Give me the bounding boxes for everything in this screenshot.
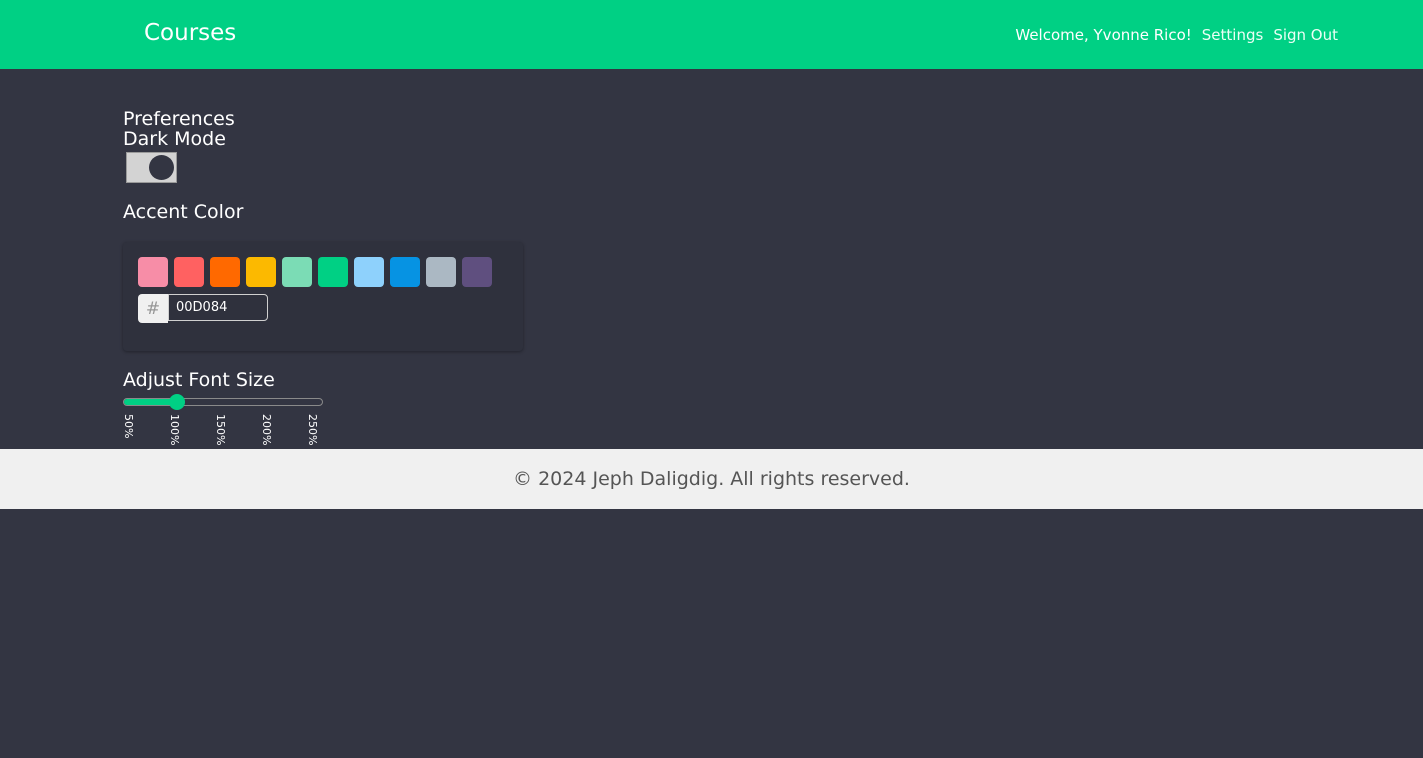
dark-mode-label: Dark Mode xyxy=(123,128,226,150)
hash-label: # xyxy=(138,294,168,323)
tick-200: 200% xyxy=(260,414,273,446)
accent-color-picker: # xyxy=(123,242,523,351)
top-navbar: Courses Welcome, Yvonne Rico! Settings S… xyxy=(0,0,1423,69)
tick-100: 100% xyxy=(168,414,181,446)
preferences-heading: Preferences xyxy=(123,108,235,130)
swatch-list xyxy=(138,257,492,287)
welcome-text: Welcome, Yvonne Rico! xyxy=(1015,26,1192,44)
sign-out-link[interactable]: Sign Out xyxy=(1273,26,1338,44)
color-swatch[interactable] xyxy=(246,257,276,287)
font-size-label: Adjust Font Size xyxy=(123,369,275,391)
color-swatch[interactable] xyxy=(354,257,384,287)
color-swatch[interactable] xyxy=(462,257,492,287)
hex-color-input[interactable] xyxy=(168,294,268,321)
color-swatch[interactable] xyxy=(282,257,312,287)
color-swatch[interactable] xyxy=(318,257,348,287)
footer: © 2024 Jeph Daligdig. All rights reserve… xyxy=(0,449,1423,509)
user-nav: Welcome, Yvonne Rico! Settings Sign Out xyxy=(1015,26,1338,44)
color-swatch[interactable] xyxy=(426,257,456,287)
color-swatch[interactable] xyxy=(174,257,204,287)
toggle-knob xyxy=(149,155,174,180)
color-swatch[interactable] xyxy=(210,257,240,287)
tick-150: 150% xyxy=(214,414,227,446)
color-swatch[interactable] xyxy=(138,257,168,287)
slider-thumb[interactable] xyxy=(169,394,186,410)
footer-copyright: © 2024 Jeph Daligdig. All rights reserve… xyxy=(513,468,910,490)
brand-link[interactable]: Courses xyxy=(144,20,236,46)
settings-link[interactable]: Settings xyxy=(1202,26,1264,44)
accent-color-label: Accent Color xyxy=(123,201,244,223)
tick-50: 50% xyxy=(122,414,135,439)
color-swatch[interactable] xyxy=(390,257,420,287)
font-size-slider[interactable] xyxy=(123,394,323,410)
tick-250: 250% xyxy=(306,414,319,446)
dark-mode-toggle[interactable] xyxy=(126,152,177,183)
